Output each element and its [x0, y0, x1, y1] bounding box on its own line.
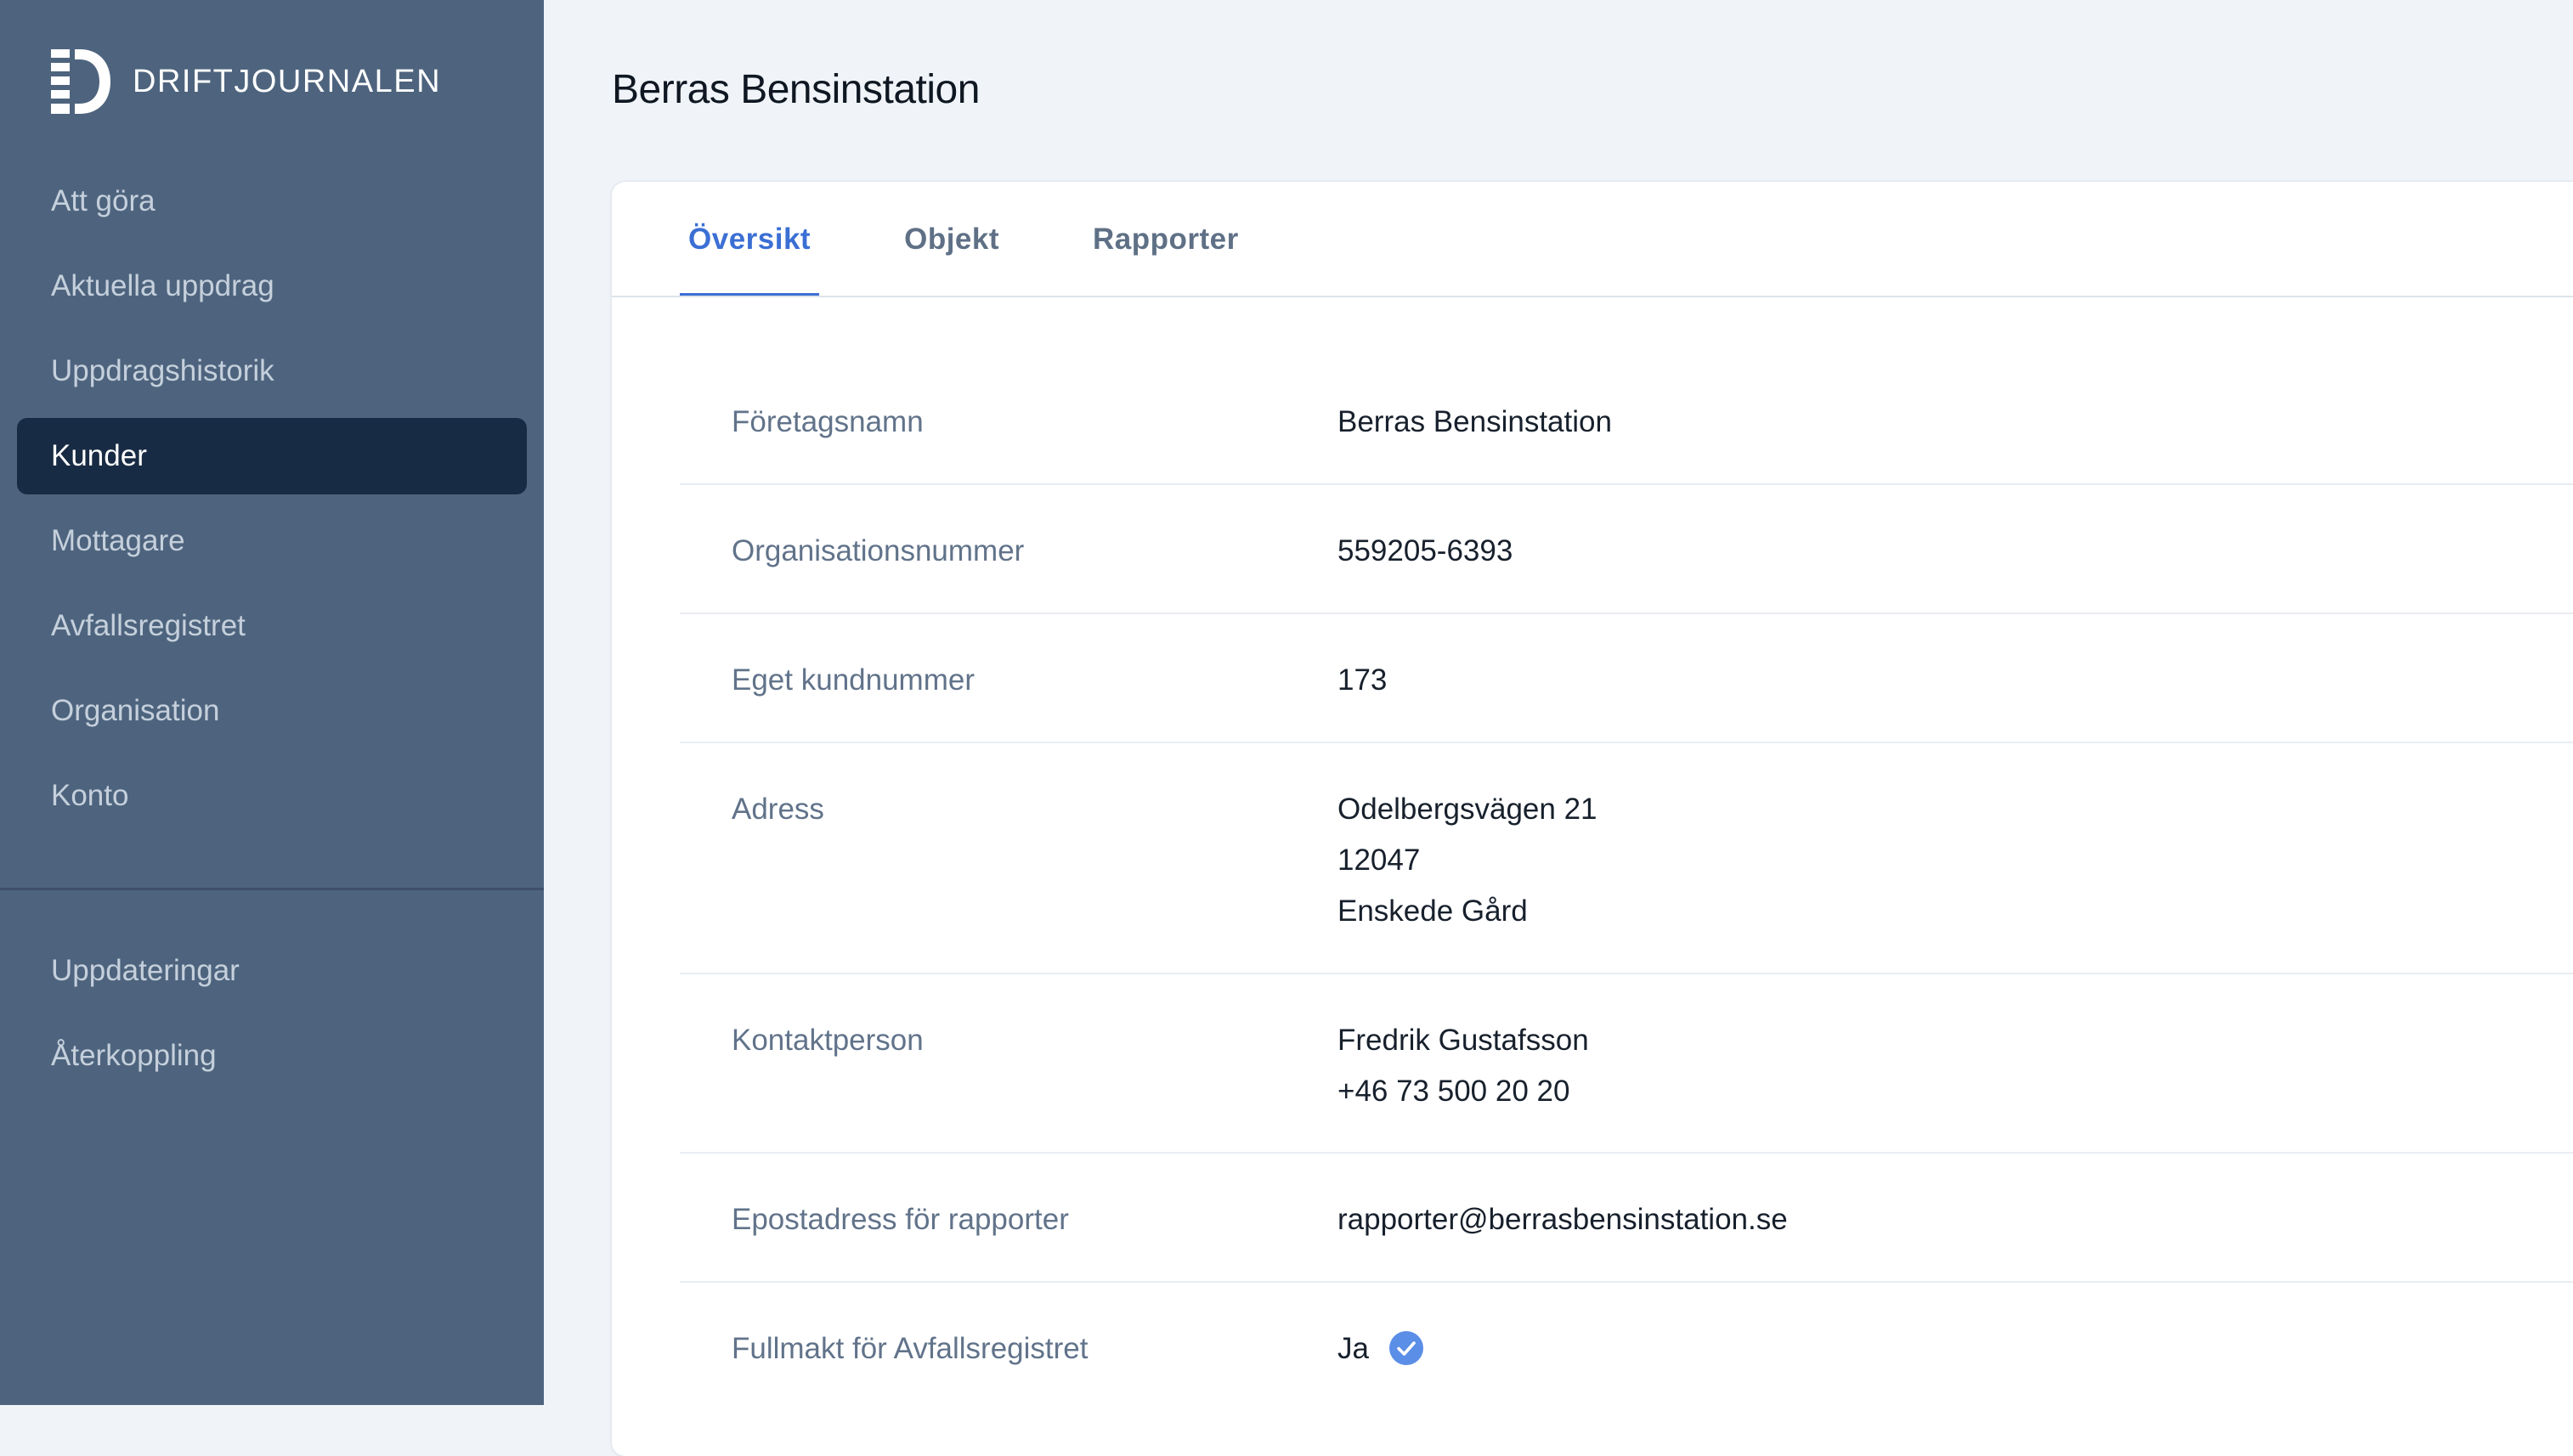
sidebar-item-kunder[interactable]: Kunder	[17, 418, 527, 494]
sidebar-item-aterkoppling[interactable]: Återkoppling	[17, 1018, 527, 1094]
contact-value: Fredrik Gustafsson +46 73 500 20 20	[1337, 1015, 1589, 1152]
customer-card: Översikt Objekt Rapporter Företagsnamn B…	[612, 182, 2573, 1456]
address-postal-code: 12047	[1337, 844, 1421, 877]
sidebar-item-uppdragshistorik[interactable]: Uppdragshistorik	[17, 333, 527, 409]
detail-label: Adress	[732, 793, 824, 826]
sidebar-item-mottagare[interactable]: Mottagare	[17, 503, 527, 579]
sidebar: DRIFTJOURNALEN Att göra Aktuella uppdrag…	[0, 0, 544, 1405]
address-value: Odelbergsvägen 21 12047 Enskede Gård	[1337, 784, 1598, 973]
sidebar-item-avfallsregistret[interactable]: Avfallsregistret	[17, 588, 527, 664]
power-of-attorney-text: Ja	[1337, 1332, 1369, 1365]
brand-logo[interactable]: DRIFTJOURNALEN	[51, 49, 441, 114]
detail-row-company-name: Företagsnamn Berras Bensinstation	[680, 356, 2573, 485]
report-email-value: rapporter@berrasbensinstation.se	[1337, 1203, 1788, 1236]
contact-phone: +46 73 500 20 20	[1337, 1075, 1570, 1108]
sidebar-item-organisation[interactable]: Organisation	[17, 673, 527, 749]
driftjournalen-logo-icon	[51, 49, 110, 114]
detail-row-report-email: Epostadress för rapporter rapporter@berr…	[680, 1154, 2573, 1283]
page-title: Berras Bensinstation	[612, 67, 980, 112]
brand-name: DRIFTJOURNALEN	[133, 63, 442, 99]
tab-rapporter[interactable]: Rapporter	[1084, 182, 1247, 297]
customer-details: Företagsnamn Berras Bensinstation Organi…	[680, 356, 2573, 1412]
company-name-value: Berras Bensinstation	[1337, 405, 1612, 438]
check-circle-icon	[1388, 1330, 1423, 1365]
sidebar-secondary-nav: Uppdateringar Återkoppling	[17, 933, 527, 1103]
sidebar-nav: Att göra Aktuella uppdrag Uppdragshistor…	[17, 163, 527, 843]
customer-number-value: 173	[1337, 663, 1388, 697]
power-of-attorney-value: Ja	[1337, 1323, 1423, 1412]
detail-label: Epostadress för rapporter	[732, 1203, 1069, 1236]
detail-label: Eget kundnummer	[732, 663, 975, 697]
address-city: Enskede Gård	[1337, 894, 1528, 928]
detail-row-contact: Kontaktperson Fredrik Gustafsson +46 73 …	[680, 974, 2573, 1154]
detail-label: Kontaktperson	[732, 1024, 924, 1057]
sidebar-item-aktuella-uppdrag[interactable]: Aktuella uppdrag	[17, 248, 527, 324]
detail-row-customer-number: Eget kundnummer 173	[680, 614, 2573, 743]
detail-row-power-of-attorney: Fullmakt för Avfallsregistret Ja	[680, 1283, 2573, 1412]
detail-label: Företagsnamn	[732, 405, 924, 438]
detail-label: Organisationsnummer	[732, 534, 1025, 567]
org-number-value: 559205-6393	[1337, 534, 1513, 567]
detail-label: Fullmakt för Avfallsregistret	[732, 1332, 1089, 1365]
tab-bar: Översikt Objekt Rapporter	[680, 182, 1324, 297]
tab-oversikt[interactable]: Översikt	[680, 182, 820, 297]
contact-name: Fredrik Gustafsson	[1337, 1024, 1589, 1057]
tab-bar-divider	[612, 296, 2573, 297]
sidebar-item-konto[interactable]: Konto	[17, 758, 527, 834]
tab-objekt[interactable]: Objekt	[896, 182, 1008, 297]
detail-row-address: Adress Odelbergsvägen 21 12047 Enskede G…	[680, 743, 2573, 974]
sidebar-divider	[0, 888, 544, 890]
sidebar-item-att-gora[interactable]: Att göra	[17, 163, 527, 240]
detail-row-org-number: Organisationsnummer 559205-6393	[680, 485, 2573, 614]
sidebar-item-uppdateringar[interactable]: Uppdateringar	[17, 933, 527, 1009]
address-street: Odelbergsvägen 21	[1337, 793, 1598, 826]
